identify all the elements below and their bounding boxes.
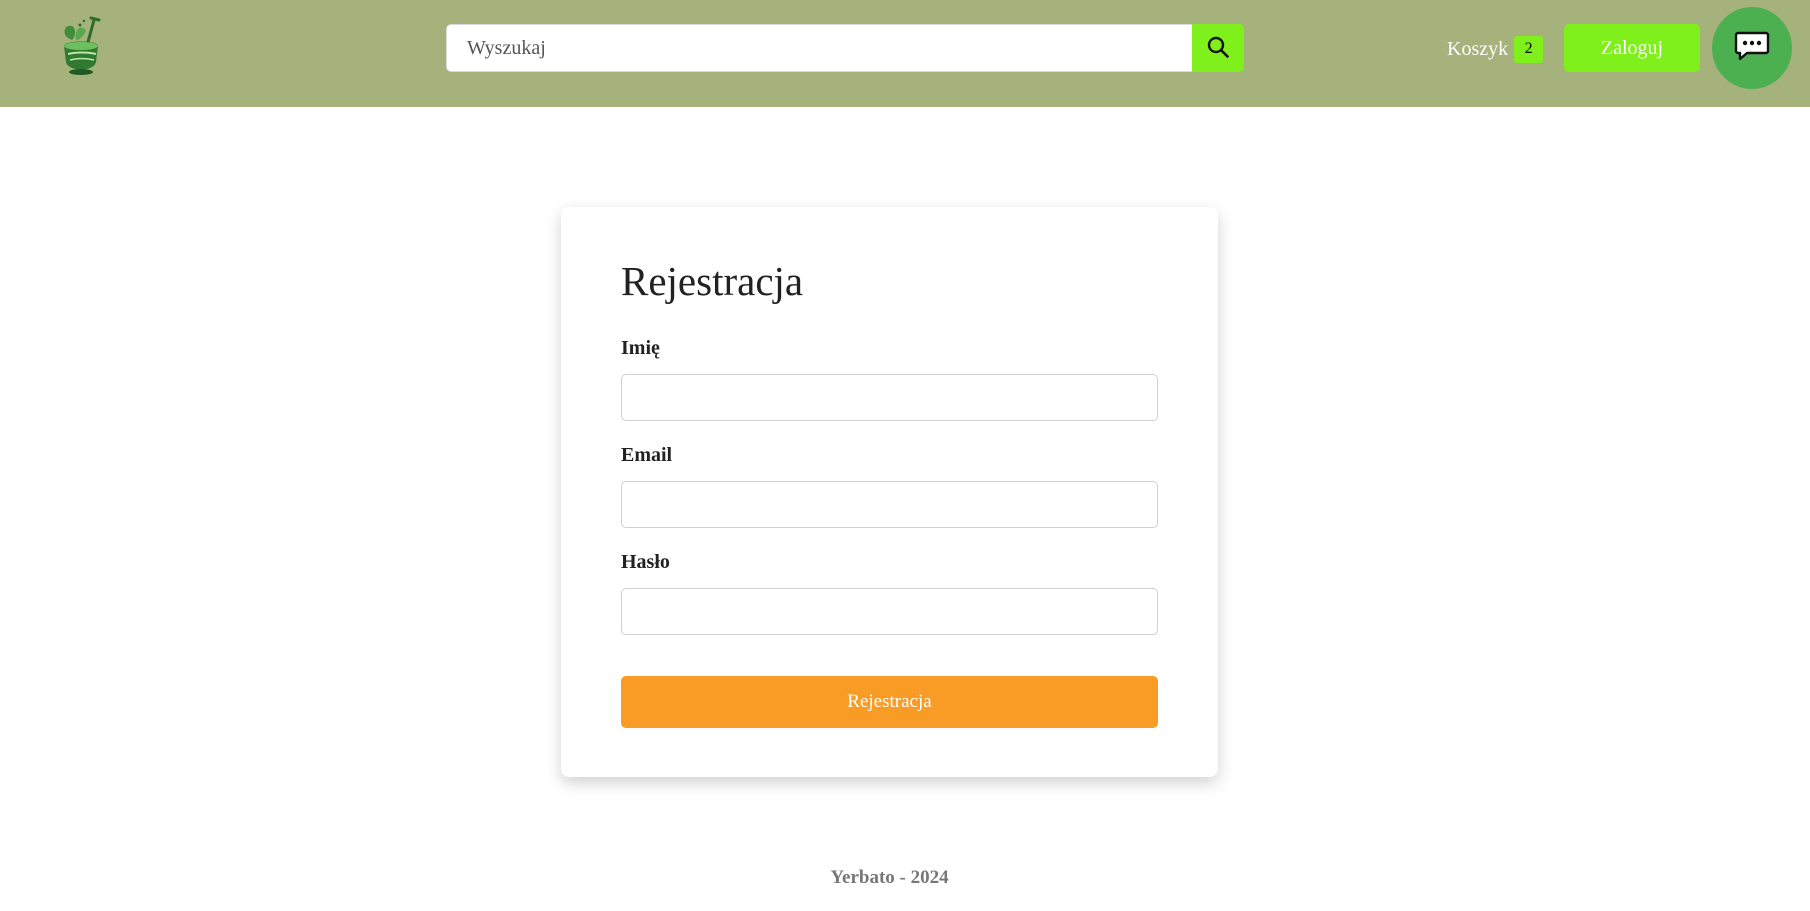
yerba-mate-logo-icon[interactable]: [58, 16, 110, 80]
search-button[interactable]: [1192, 24, 1244, 72]
email-field[interactable]: [621, 481, 1158, 528]
registration-card: Rejestracja Imię Email Hasło Rejestracja: [561, 207, 1218, 777]
email-label: Email: [621, 444, 673, 466]
chat-button[interactable]: [1712, 7, 1792, 89]
cart-count-badge: 2: [1514, 35, 1544, 63]
search-icon: [1207, 36, 1229, 61]
search-bar: [446, 24, 1244, 72]
password-label: Hasło: [621, 551, 670, 573]
name-label: Imię: [621, 337, 660, 359]
register-button[interactable]: Rejestracja: [621, 676, 1158, 728]
login-button[interactable]: Zaloguj: [1564, 24, 1700, 72]
top-header: Koszyk 2 Zaloguj: [0, 0, 1810, 107]
name-field[interactable]: [621, 374, 1158, 421]
cart-label: Koszyk: [1447, 37, 1509, 60]
cart-link[interactable]: Koszyk 2: [1447, 34, 1544, 64]
form-title: Rejestracja: [621, 258, 804, 304]
chat-bubble-icon: [1734, 30, 1770, 67]
password-field[interactable]: [621, 588, 1158, 635]
footer-copyright: Yerbato - 2024: [830, 867, 949, 888]
search-input[interactable]: [446, 24, 1192, 72]
